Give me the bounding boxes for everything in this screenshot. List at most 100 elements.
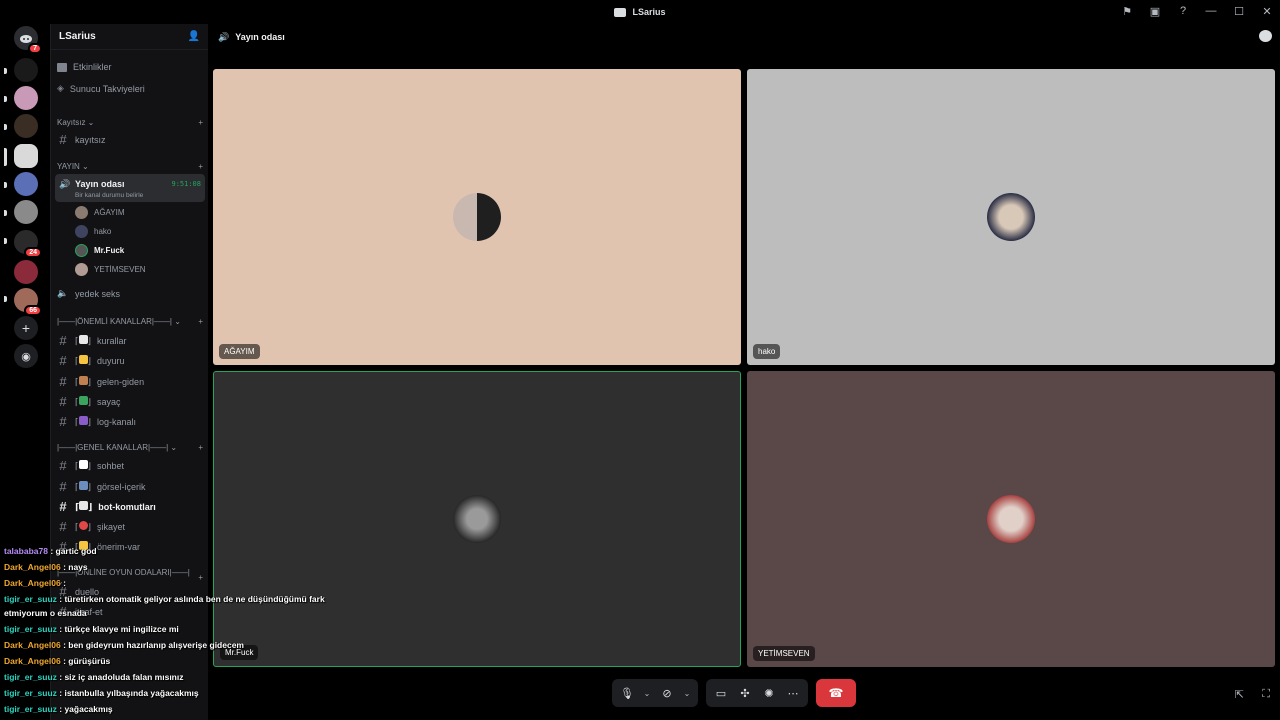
member-name: Mr.Fuck xyxy=(94,246,125,255)
add-channel-icon[interactable]: + xyxy=(198,118,203,127)
chat-text: : siz iç anadoluda falan mısınız xyxy=(56,672,184,682)
server-icon[interactable]: 24 xyxy=(14,230,42,258)
server-icon[interactable] xyxy=(14,86,38,110)
popout-icon[interactable]: ⇱ xyxy=(1235,688,1244,701)
activities-icon[interactable]: ✣ xyxy=(736,684,754,702)
voice-member[interactable]: hako xyxy=(75,225,111,238)
voice-channel-active[interactable]: 🔊 Yayın odası Bir kanal durumu belirle 9… xyxy=(55,174,205,202)
chat-username: Dark_Angel06 xyxy=(4,656,61,666)
category-onemli[interactable]: |——|ÖNEMLİ KANALLAR|——| ⌄ + xyxy=(57,317,203,326)
boost-icon: ◈ xyxy=(57,83,64,93)
window-title: LSarius xyxy=(614,7,666,17)
server-icon[interactable] xyxy=(14,114,38,138)
boosts-label: Sunucu Takviyeleri xyxy=(69,83,145,94)
add-channel-icon[interactable]: + xyxy=(198,162,203,171)
category-yayin[interactable]: YAYIN ⌄ + xyxy=(57,162,203,171)
chevron-down-icon[interactable]: ⌄ xyxy=(682,684,692,702)
hash-icon: # xyxy=(59,458,67,473)
channel-item[interactable]: # ⌈ ⌋ şikayet xyxy=(57,519,203,534)
channel-item[interactable]: # ⌈ ⌋ duyuru xyxy=(57,353,203,368)
add-server-icon[interactable]: + xyxy=(14,316,38,340)
chevron-down-icon[interactable]: ⌄ xyxy=(642,684,652,702)
disconnect-button[interactable]: ☎ xyxy=(816,679,856,707)
channel-item[interactable]: # ⌈ ⌋ gelen-giden xyxy=(57,374,203,389)
call-view: 🔊 Yayın odası AĞAYIM hako Mr.Fuck YETİMS… xyxy=(208,24,1280,720)
chat-username: talababa78 xyxy=(4,546,48,556)
channel-item[interactable]: # ⌈ ⌋ log-kanalı xyxy=(57,414,203,429)
chat-text: : istanbulla yılbaşında yağacakmış xyxy=(56,688,199,698)
events-item[interactable]: Etkinlikler xyxy=(57,62,203,72)
chat-text: : türetirken otomatik geliyor aslında be… xyxy=(56,594,325,604)
unread-pip xyxy=(4,210,7,216)
server-icon[interactable]: 66 xyxy=(14,288,42,316)
more-icon[interactable]: ⋯ xyxy=(784,684,802,702)
channel-item[interactable]: # ⌈ ⌋ görsel-içerik xyxy=(57,479,203,494)
video-tile[interactable]: YETİMSEVEN xyxy=(747,371,1275,667)
dm-badge: 7 xyxy=(28,43,42,54)
microphone-icon[interactable]: 🎙 xyxy=(618,684,636,702)
inbox-icon[interactable]: ▣ xyxy=(1148,4,1162,18)
chat-text: : türkçe klavye mi ingilizce mi xyxy=(56,624,179,634)
avatar xyxy=(75,263,88,276)
channel-label: bot-komutları xyxy=(98,501,156,512)
flag-icon[interactable]: ⚑ xyxy=(1120,4,1134,18)
voice-member[interactable]: AĞAYIM xyxy=(75,206,125,219)
soundboard-icon[interactable]: ✺ xyxy=(760,684,778,702)
server-icon[interactable] xyxy=(14,200,38,224)
channel-status[interactable]: Bir kanal durumu belirle xyxy=(75,192,143,199)
activity-group: ▭ ✣ ✺ ⋯ xyxy=(706,679,808,707)
server-icon[interactable] xyxy=(14,260,38,284)
channel-item[interactable]: # ⌈ ⌋ sohbet xyxy=(57,458,203,473)
channel-label: duyuru xyxy=(97,355,125,366)
server-icon-lsarius[interactable] xyxy=(14,144,38,168)
speaker-icon: 🔊 xyxy=(218,31,230,42)
screen-share-icon[interactable]: ▭ xyxy=(712,684,730,702)
voice-member[interactable]: Mr.Fuck xyxy=(75,244,124,257)
invite-icon[interactable]: 👤 xyxy=(188,31,200,42)
category-kayitsiz[interactable]: Kayıtsız ⌄ + xyxy=(57,118,203,127)
chat-message: Dark_Angel06 : nays xyxy=(4,562,88,572)
chat-icon[interactable] xyxy=(1259,30,1272,42)
maximize-icon[interactable]: ☐ xyxy=(1232,4,1246,18)
server-icon[interactable] xyxy=(14,172,38,196)
events-label: Etkinlikler xyxy=(73,62,112,72)
fullscreen-icon[interactable]: ⛶ xyxy=(1262,688,1270,701)
home-button[interactable]: 7 xyxy=(14,26,42,54)
channel-label: şikayet xyxy=(97,521,126,532)
video-tile[interactable]: hako xyxy=(747,69,1275,365)
voice-member[interactable]: YETİMSEVEN xyxy=(75,263,146,276)
chat-text: : gartic god xyxy=(47,546,97,556)
channel-label: yedek seks xyxy=(75,288,121,299)
channel-item[interactable]: # ⌈ ⌋ kurallar xyxy=(57,333,203,348)
boosts-item[interactable]: ◈ Sunucu Takviyeleri xyxy=(57,83,203,94)
avatar xyxy=(75,225,88,238)
channel-item[interactable]: # ⌈ ⌋ bot-komutları xyxy=(57,499,203,514)
camera-off-icon[interactable]: ⊘ xyxy=(658,684,676,702)
add-channel-icon[interactable]: + xyxy=(198,317,203,326)
help-icon[interactable]: ? xyxy=(1176,4,1190,18)
voice-channel[interactable]: 🔈 yedek seks xyxy=(57,288,203,299)
chat-username: Dark_Angel06 xyxy=(4,578,61,588)
minimize-icon[interactable]: — xyxy=(1204,4,1218,18)
video-tile[interactable]: AĞAYIM xyxy=(213,69,741,365)
server-icon[interactable] xyxy=(14,58,38,82)
hangup-icon: ☎ xyxy=(828,686,844,700)
call-channel-name: Yayın odası xyxy=(235,32,285,42)
chat-message: Dark_Angel06 : gürüşürüs xyxy=(4,656,110,666)
avatar xyxy=(987,495,1035,543)
channel-label: sayaç xyxy=(97,396,121,407)
unread-pip xyxy=(4,238,7,244)
server-header[interactable]: LSarius 👤 xyxy=(51,24,208,50)
channel-item[interactable]: # ⌈ ⌋ sayaç xyxy=(57,394,203,409)
close-icon[interactable]: ✕ xyxy=(1260,4,1274,18)
mention-badge: 66 xyxy=(24,305,42,316)
mic-group: 🎙 ⌄ ⊘ ⌄ xyxy=(612,679,698,707)
speech-icon: ⌈ ⌋ xyxy=(75,459,92,471)
participant-name: AĞAYIM xyxy=(219,344,260,359)
channel-kayitsiz[interactable]: # kayıtsız xyxy=(57,132,203,147)
category-genel[interactable]: |——|GENEL KANALLAR|——| ⌄ + xyxy=(57,443,203,452)
discover-icon[interactable]: ◉ xyxy=(14,344,38,368)
server-icon xyxy=(614,7,627,17)
add-channel-icon[interactable]: + xyxy=(198,443,203,452)
hash-icon: # xyxy=(59,394,67,409)
